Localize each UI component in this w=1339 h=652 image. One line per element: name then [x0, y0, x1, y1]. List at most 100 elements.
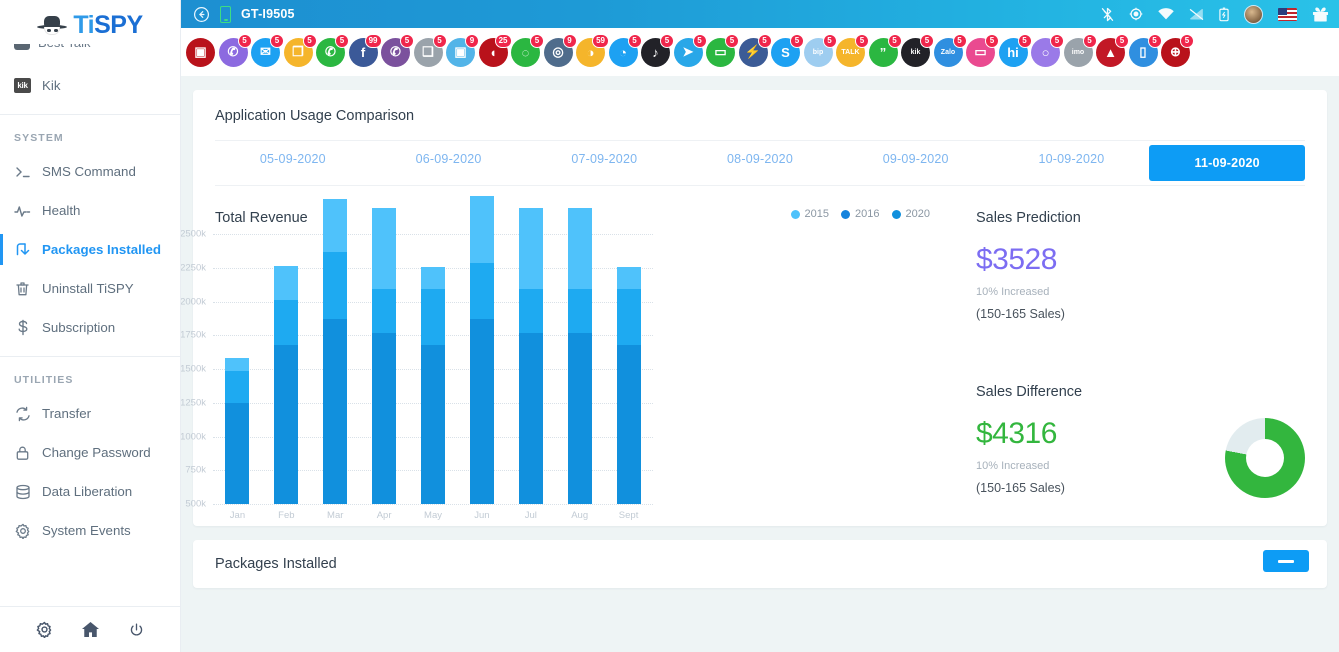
bar-segment-2016 [274, 300, 299, 345]
location-icon[interactable] [1129, 7, 1143, 21]
notification-badge: 5 [1180, 33, 1194, 48]
video-recorder-icon[interactable]: ▣ [186, 37, 215, 67]
bar-group-May[interactable] [409, 234, 458, 504]
page-title: Application Usage Comparison [215, 108, 415, 124]
bar-segment-2015 [616, 267, 641, 289]
device-icon[interactable]: ▯ 5 [1128, 33, 1162, 67]
skype-icon[interactable]: S5 [771, 33, 804, 67]
sidebar-item-label: Health [42, 203, 81, 218]
sidebar-item-uninstall-tispy[interactable]: Uninstall TiSPY [0, 269, 180, 308]
sales-prediction-range: (150-165 Sales) [976, 307, 1065, 321]
date-tab-11-09-2020[interactable]: 11-09-2020 [1149, 145, 1306, 181]
email-icon[interactable]: ✉ 5 [251, 33, 284, 67]
sidebar-item-system-events[interactable]: System Events [0, 511, 180, 550]
battery-charging-icon[interactable] [1219, 7, 1229, 22]
sidebar-item-label: Uninstall TiSPY [42, 281, 134, 296]
notes-icon[interactable]: ❑ 5 [413, 33, 447, 67]
bar-segment-2020 [616, 344, 641, 504]
signal-off-icon[interactable] [1189, 8, 1204, 21]
phone-calls-icon[interactable]: ✆ 5 [218, 33, 252, 67]
home-icon[interactable] [81, 621, 100, 638]
notification-badge: 5 [1082, 33, 1097, 48]
sidebar-item-subscription[interactable]: Subscription [0, 308, 180, 347]
app-icon-bar[interactable]: ▣ ✆ 5 ✉ 5 ❐ 5 ✆ 5 f 99 ✆ 5 ❑ 5 ▣ 9 ◖ 25 ◌ 5 ◎ 9 ◑ 59 ◔ 5 ♪ 5 ➤ 5 ▭ 5 ⚡ 5 S 5… [181, 28, 1339, 76]
date-tab-10-09-2020[interactable]: 10-09-2020 [994, 141, 1150, 185]
power-icon[interactable] [129, 622, 144, 638]
jaumo-icon[interactable]: ▭ 5 [966, 33, 999, 67]
date-tab-07-09-2020[interactable]: 07-09-2020 [526, 141, 682, 185]
sidebar-item-data-liberation[interactable]: Data Liberation [0, 472, 180, 511]
bar-group-Aug[interactable] [555, 208, 604, 504]
snapchat-icon[interactable]: ◑ 59 [576, 33, 609, 67]
browser-icon[interactable]: ⊕ 5 [1161, 33, 1194, 67]
panels: Total Revenue 2015 2016 2020 2500k 2250k 200… [181, 186, 1327, 526]
photos-icon[interactable]: ▲ 5 [1096, 33, 1129, 67]
facebook-icon[interactable]: f 99 [348, 33, 382, 67]
bar-group-Jan[interactable] [213, 234, 262, 504]
sidebar-item-health[interactable]: Health [0, 191, 180, 230]
date-tab-09-09-2020[interactable]: 09-09-2020 [838, 141, 994, 185]
bluetooth-off-icon[interactable] [1101, 7, 1114, 22]
bar-group-Sept[interactable] [604, 234, 653, 504]
status-icons [1101, 4, 1329, 24]
bar-segment-2016 [323, 252, 348, 320]
wechat-icon[interactable]: ◌ 5 [511, 33, 544, 67]
dollar-icon [14, 319, 31, 336]
gear-icon[interactable] [36, 621, 53, 638]
avatar[interactable] [1244, 4, 1263, 24]
kakaotalk-icon[interactable]: TALK 5 [836, 33, 869, 67]
tiktok-icon[interactable]: ♪ 5 [641, 33, 674, 67]
chart-legend: 2015 2016 2020 [790, 196, 958, 220]
brand-logo-area[interactable]: TiSPY [0, 0, 180, 44]
sidebar-item-packages-installed[interactable]: Packages Installed [0, 230, 180, 269]
badoo-icon[interactable]: ◔ 5 [608, 33, 642, 67]
back-arrow-icon[interactable] [193, 6, 210, 23]
bar-group-Apr[interactable] [360, 208, 409, 504]
date-tab-08-09-2020[interactable]: 08-09-2020 [682, 141, 838, 185]
imo-icon[interactable]: imo 5 [1063, 33, 1097, 67]
hangouts-icon[interactable]: ” 5 [868, 33, 902, 67]
bar-group-Mar[interactable] [311, 198, 360, 504]
whatsapp-icon[interactable]: ✆ 5 [316, 33, 349, 67]
menu-button[interactable] [1263, 550, 1309, 572]
bar-group-Jun[interactable] [457, 196, 506, 504]
clipboard-icon[interactable]: ❐ 5 [283, 33, 317, 67]
date-tab-05-09-2020[interactable]: 05-09-2020 [215, 141, 371, 185]
tinder-icon[interactable]: ◖ 25 [478, 33, 512, 67]
usage-comparison-card: Application Usage Comparison 05-09-2020 0… [181, 90, 1327, 526]
y-axis-tick-label: 500k [185, 498, 206, 510]
gift-icon[interactable] [1312, 6, 1329, 22]
bar-segment-2015 [225, 357, 250, 372]
wifi-icon[interactable] [1158, 8, 1174, 20]
bar-segment-2020 [421, 344, 445, 504]
sidebar-item-kik[interactable]: kik Kik [0, 66, 180, 105]
legend-swatch [891, 209, 901, 219]
hike-icon[interactable]: hi 5 [998, 33, 1032, 67]
gallery-icon[interactable]: ▣ 9 [446, 33, 479, 67]
device-name: GT-I9505 [241, 7, 295, 21]
bar-group-Jul[interactable] [506, 208, 555, 504]
line-icon[interactable]: ▭ 5 [706, 33, 739, 67]
viber-icon[interactable]: ✆ 5 [381, 33, 414, 67]
phone-icon [220, 5, 231, 23]
zoosk-icon[interactable]: ○ 5 [1031, 33, 1064, 67]
sidebar-scroll[interactable]: Best Talk kik Kik SYSTEM SMS Command [0, 44, 180, 606]
kik-icon[interactable]: kik 5 [901, 33, 934, 67]
sidebar-item-best-talk[interactable]: Best Talk [0, 44, 180, 66]
date-tab-06-09-2020[interactable]: 06-09-2020 [371, 141, 527, 185]
instagram-icon[interactable]: ◎ 9 [543, 33, 577, 67]
stacked-bar [616, 267, 641, 504]
us-flag-icon[interactable] [1278, 7, 1297, 21]
zalo-icon[interactable]: Zalo 5 [933, 33, 967, 67]
telegram-icon[interactable]: ➤ 5 [673, 33, 707, 67]
date-tabs[interactable]: 05-09-2020 06-09-2020 07-09-2020 08-09-2020… [215, 140, 1306, 186]
bar-group-Feb[interactable] [262, 234, 311, 504]
bip-icon[interactable]: bip 5 [803, 33, 837, 67]
sidebar-item-sms-command[interactable]: SMS Command [0, 152, 180, 191]
device-topbar: GT-I9505 [181, 0, 1339, 28]
sidebar-item-transfer[interactable]: Transfer [0, 394, 180, 433]
brand-name: TiSPY [73, 11, 143, 40]
sidebar-item-change-password[interactable]: Change Password [0, 433, 180, 472]
notification-badge: 99 [364, 33, 382, 48]
facebook-messenger-icon[interactable]: ⚡ 5 [738, 33, 772, 67]
